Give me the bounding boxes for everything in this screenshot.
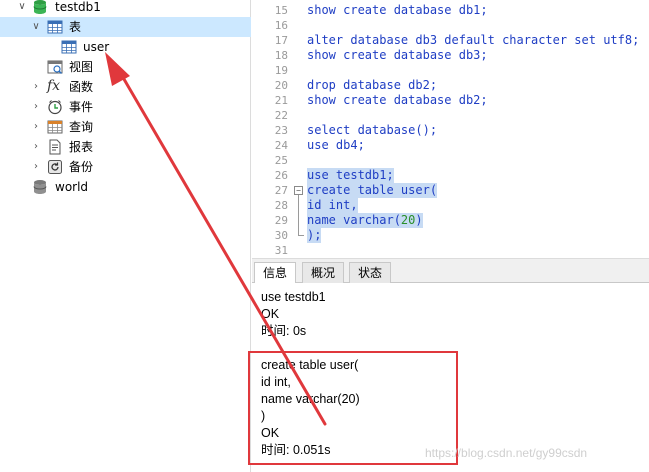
message-line: use testdb1 <box>261 290 326 304</box>
tree-node-label: 函数 <box>69 80 94 94</box>
editor-line: 29 name varchar(20) <box>274 213 423 228</box>
tree-node-user-table[interactable]: user <box>0 37 251 57</box>
editor-line: 19 <box>274 64 288 77</box>
navigation-tree: ∨ testdb1 ∨ 表 user 视图 › fx 函数 › 事件 › 查询 … <box>0 0 251 472</box>
database-icon <box>33 0 47 14</box>
editor-line: 30); <box>274 228 322 243</box>
tree-node-label: user <box>83 40 110 54</box>
tree-node-testdb1[interactable]: ∨ testdb1 <box>0 0 251 17</box>
function-icon: fx <box>47 78 61 94</box>
tree-node-label: 事件 <box>69 100 94 114</box>
message-line: OK <box>261 426 280 440</box>
report-icon <box>49 139 61 155</box>
tab-info[interactable]: 信息 <box>254 262 297 285</box>
editor-line: 31 <box>274 244 288 257</box>
chevron-right-icon[interactable]: › <box>30 137 42 157</box>
backup-icon <box>48 160 62 174</box>
chevron-down-icon[interactable]: ∨ <box>30 17 42 37</box>
chevron-right-icon[interactable]: › <box>30 117 42 137</box>
result-tabs: 信息 概况 状态 <box>252 258 649 285</box>
watermark: https://blog.csdn.net/gy99csdn <box>425 446 588 460</box>
table-icon <box>61 40 77 54</box>
message-line: ) <box>261 409 266 423</box>
tree-node-reports[interactable]: › 报表 <box>0 137 251 157</box>
view-icon <box>47 60 63 74</box>
tree-node-functions[interactable]: › fx 函数 <box>0 77 251 97</box>
editor-line: 28 id int, <box>274 198 358 213</box>
tree-node-label: 报表 <box>69 140 94 154</box>
message-line: 时间: 0.051s <box>261 443 331 457</box>
message-output: use testdb1 OK 时间: 0s create table user(… <box>252 283 649 472</box>
event-icon <box>48 100 62 115</box>
editor-line: 16 <box>274 19 288 32</box>
editor-line: 22 <box>274 109 288 122</box>
fold-toggle-icon[interactable]: − <box>294 186 303 195</box>
tree-node-backups[interactable]: › 备份 <box>0 157 251 177</box>
tree-node-label: 查询 <box>69 120 94 134</box>
fold-guide <box>298 195 299 235</box>
message-line: id int, <box>261 375 291 389</box>
query-icon <box>47 120 63 134</box>
tree-node-events[interactable]: › 事件 <box>0 97 251 117</box>
tree-node-label: testdb1 <box>55 0 101 14</box>
chevron-down-icon[interactable]: ∨ <box>16 0 28 17</box>
sql-editor[interactable]: 15 show create database db1; 16 17 alter d… <box>252 0 649 258</box>
tree-node-world[interactable]: world <box>0 177 251 197</box>
editor-line: 27− create table user( <box>274 183 438 198</box>
editor-line: 17 alter database db3 default character s… <box>274 33 640 47</box>
chevron-right-icon[interactable]: › <box>30 97 42 117</box>
fold-guide-end <box>298 235 304 236</box>
editor-line: 26 use testdb1; <box>274 168 394 183</box>
message-line: create table user( <box>261 358 359 372</box>
tab-profile[interactable]: 概况 <box>302 262 345 284</box>
message-line: name varchar(20) <box>261 392 360 406</box>
tab-status[interactable]: 状态 <box>349 262 392 284</box>
tree-node-label: 表 <box>69 20 82 34</box>
editor-line: 20 drop database db2; <box>274 78 438 92</box>
tree-node-label: world <box>55 180 89 194</box>
chevron-right-icon[interactable]: › <box>30 157 42 177</box>
chevron-right-icon[interactable]: › <box>30 77 42 97</box>
database-icon <box>33 180 47 194</box>
tree-node-tables[interactable]: ∨ 表 <box>0 17 251 37</box>
tree-node-queries[interactable]: › 查询 <box>0 117 251 137</box>
message-line: 时间: 0s <box>261 324 307 338</box>
tree-node-label: 备份 <box>69 160 94 174</box>
message-line: OK <box>261 307 280 321</box>
tree-node-label: 视图 <box>69 60 94 74</box>
editor-line: 18 show create database db3; <box>274 48 488 62</box>
tree-node-views[interactable]: 视图 <box>0 57 251 77</box>
table-icon <box>47 20 63 34</box>
editor-line: 23 select database(); <box>274 123 438 137</box>
editor-line: 21 show create database db2; <box>274 93 488 107</box>
editor-line: 15 show create database db1; <box>274 3 488 17</box>
editor-line: 25 <box>274 154 288 167</box>
editor-line: 24 use db4; <box>274 138 365 152</box>
